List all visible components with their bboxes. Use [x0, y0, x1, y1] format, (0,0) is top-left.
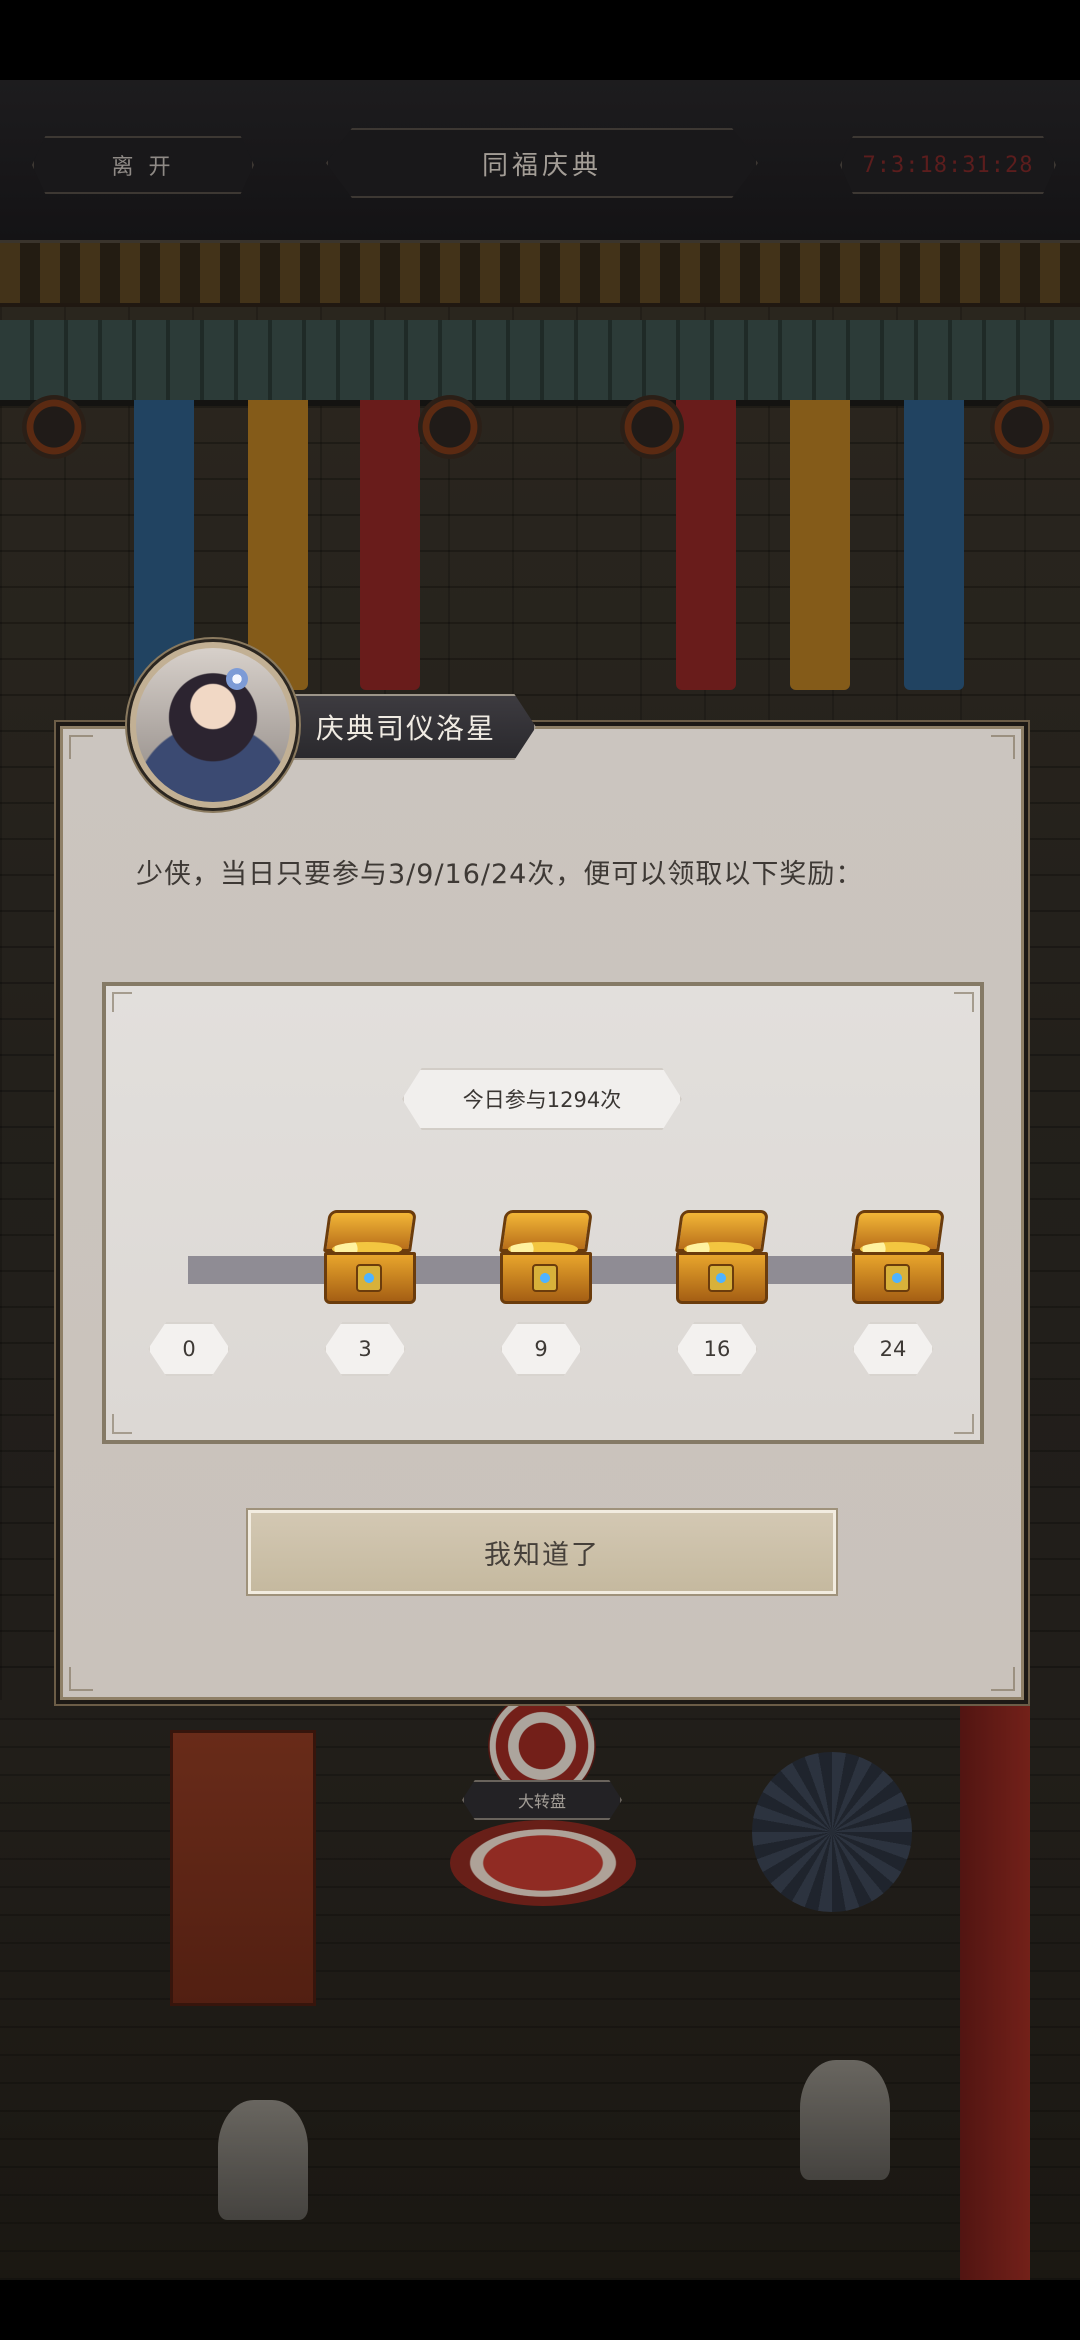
status-bar	[0, 0, 1080, 80]
chest-lock-icon	[884, 1264, 910, 1292]
chest-lock-icon	[356, 1264, 382, 1292]
corner-ornament	[954, 1414, 974, 1434]
npc-name: 庆典司仪洛星	[315, 712, 496, 745]
corner-ornament	[954, 992, 974, 1012]
chest-lock-icon	[708, 1264, 734, 1292]
chest-lock-icon	[532, 1264, 558, 1292]
treasure-chest-icon[interactable]	[672, 1210, 769, 1304]
game-screen: 离 开 同福庆典 7:3:18:31:28 大转盘 庆典司仪洛星 少侠，当日只要…	[0, 0, 1080, 2340]
hair-flower-icon	[226, 668, 248, 690]
countdown-timer: 7:3:18:31:28	[840, 136, 1056, 194]
treasure-chest-icon[interactable]	[320, 1210, 417, 1304]
event-title: 同福庆典	[326, 128, 758, 198]
corner-ornament	[112, 992, 132, 1012]
confirm-button[interactable]: 我知道了	[248, 1510, 836, 1594]
bottom-bar	[0, 2280, 1080, 2340]
corner-ornament	[991, 735, 1015, 759]
corner-ornament	[991, 1667, 1015, 1691]
treasure-chest-icon[interactable]	[848, 1210, 945, 1304]
participation-count-badge: 今日参与1294次	[402, 1068, 682, 1130]
corner-ornament	[69, 1667, 93, 1691]
leave-button[interactable]: 离 开	[32, 136, 254, 194]
reward-intro-text: 少侠，当日只要参与3/9/16/24次，便可以领取以下奖励：	[136, 859, 864, 890]
corner-ornament	[69, 735, 93, 759]
npc-avatar	[130, 642, 296, 808]
npc-nameplate: 庆典司仪洛星	[266, 694, 536, 760]
top-nav-bar: 离 开 同福庆典 7:3:18:31:28	[0, 80, 1080, 243]
corner-ornament	[112, 1414, 132, 1434]
treasure-chest-icon[interactable]	[496, 1210, 593, 1304]
